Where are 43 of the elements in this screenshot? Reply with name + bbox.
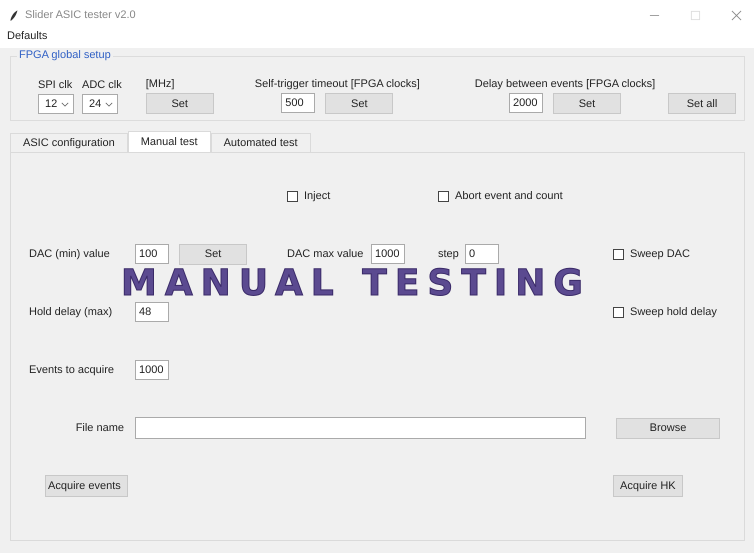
field-label: Delay between events [FPGA clocks] [474, 78, 656, 90]
field-label: Self-trigger timeout [FPGA clocks] [254, 78, 420, 90]
field-label: DAC max value [287, 248, 364, 260]
checkbox[interactable]: Inject [287, 190, 330, 202]
set-button[interactable]: Set [552, 93, 621, 114]
dropdown[interactable]: 12 [38, 94, 74, 114]
set-button[interactable]: Set [146, 93, 214, 114]
acquire-events-button[interactable]: Acquire events [45, 475, 128, 497]
set-all-button[interactable]: Set all [668, 93, 736, 114]
group-title: FPGA global setup [17, 49, 113, 61]
field-label: step [437, 248, 459, 260]
field-label: DAC (min) value [28, 248, 110, 260]
acquire-hk-button[interactable]: Acquire HK [613, 475, 683, 497]
field-label: SPI clk [38, 79, 72, 91]
field-label: Events to acquire [28, 364, 114, 376]
field-label: ADC clk [82, 79, 122, 91]
menu-item[interactable]: Defaults [4, 30, 50, 42]
close-icon [731, 10, 742, 20]
input-field[interactable]: 2000 [508, 93, 543, 113]
input-field[interactable]: 48 [135, 302, 169, 322]
input-field[interactable] [135, 417, 586, 439]
maximize-icon [690, 10, 701, 20]
browse-button[interactable]: Browse [616, 418, 720, 438]
input-field[interactable]: 1000 [135, 360, 169, 380]
input-field[interactable]: 0 [465, 244, 499, 264]
unit-label: [MHz] [146, 78, 174, 90]
chevron-icon [105, 102, 113, 106]
chevron-icon [61, 102, 69, 106]
set-button[interactable]: Set [179, 244, 247, 264]
input-field[interactable]: 100 [135, 244, 169, 264]
set-button[interactable]: Set [325, 93, 394, 114]
checkbox[interactable]: Sweep hold delay [613, 306, 717, 318]
field-label: Hold delay (max) [28, 306, 112, 318]
input-field[interactable]: 500 [281, 93, 316, 113]
feather-icon [8, 8, 19, 22]
overlay-title: MANUAL TESTING [121, 268, 591, 300]
tab[interactable]: Manual test [128, 131, 211, 152]
window-title: Slider ASIC tester v2.0 [25, 9, 136, 21]
field-label: File name [74, 422, 125, 434]
dropdown[interactable]: 24 [82, 94, 118, 114]
checkbox[interactable]: Sweep DAC [613, 248, 690, 260]
checkbox[interactable]: Abort event and count [433, 190, 563, 202]
input-field[interactable]: 1000 [371, 244, 405, 264]
